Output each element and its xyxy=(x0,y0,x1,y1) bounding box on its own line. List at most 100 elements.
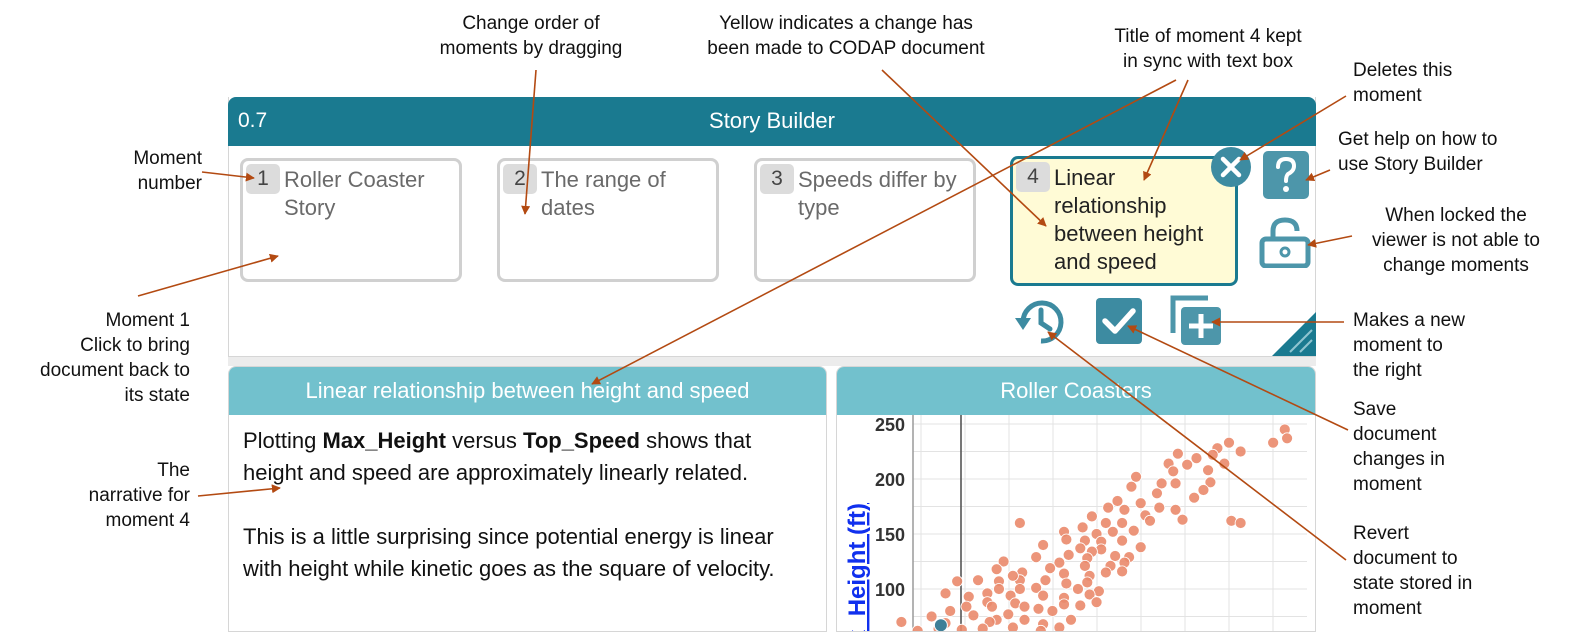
save-button[interactable] xyxy=(1096,298,1142,344)
data-point[interactable] xyxy=(1058,598,1070,611)
data-point[interactable] xyxy=(1046,605,1059,617)
data-point[interactable] xyxy=(951,575,964,588)
data-point[interactable] xyxy=(939,587,952,600)
data-point[interactable] xyxy=(925,610,938,623)
data-point[interactable] xyxy=(1176,513,1189,526)
data-point[interactable] xyxy=(1076,521,1089,534)
narrative-body[interactable]: Plotting Max_Height versus Top_Speed sho… xyxy=(243,425,816,617)
scatter-plot[interactable]: 250 200 150 100x_Height (ft) xyxy=(837,415,1316,632)
graph-title[interactable]: Roller Coasters xyxy=(837,367,1315,415)
data-point[interactable] xyxy=(1074,542,1087,555)
data-point[interactable] xyxy=(895,616,908,628)
narrative-paragraph-2: This is a little surprising since potent… xyxy=(243,524,775,581)
data-point[interactable] xyxy=(1144,514,1156,527)
narrative-title[interactable]: Linear relationship between height and s… xyxy=(229,367,826,415)
annotation-help: Get help on how to use Story Builder xyxy=(1338,129,1498,175)
data-point[interactable] xyxy=(1281,432,1293,445)
data-point[interactable] xyxy=(1030,551,1043,564)
data-point[interactable] xyxy=(1134,497,1147,510)
data-point[interactable] xyxy=(1090,596,1103,609)
resize-handle[interactable] xyxy=(1272,312,1316,356)
data-point[interactable] xyxy=(1111,495,1124,507)
y-axis-label[interactable]: x_Height (ft) xyxy=(844,503,871,632)
data-point[interactable] xyxy=(1151,487,1163,500)
data-point[interactable] xyxy=(1032,602,1045,615)
data-point[interactable] xyxy=(1007,569,1019,582)
data-point[interactable] xyxy=(1044,562,1056,575)
data-point[interactable] xyxy=(1171,447,1184,460)
data-point[interactable] xyxy=(1079,559,1091,572)
data-point[interactable] xyxy=(1188,491,1201,504)
data-point[interactable] xyxy=(1074,599,1087,612)
new-moment-button[interactable] xyxy=(1170,295,1224,347)
data-point[interactable] xyxy=(1155,477,1168,490)
data-point[interactable] xyxy=(1086,510,1098,523)
data-point[interactable] xyxy=(967,609,980,622)
lock-button[interactable] xyxy=(1259,216,1311,269)
data-point[interactable] xyxy=(1153,501,1166,514)
data-point[interactable] xyxy=(1181,458,1194,471)
data-point[interactable] xyxy=(1099,566,1112,579)
data-point[interactable] xyxy=(1018,600,1031,613)
data-point[interactable] xyxy=(1018,613,1031,626)
data-point[interactable] xyxy=(1007,621,1019,632)
help-button[interactable] xyxy=(1263,151,1309,199)
story-builder-header[interactable]: 0.7 Story Builder xyxy=(228,97,1316,146)
moment-card-1[interactable]: 1 Roller Coaster Story xyxy=(240,158,462,282)
data-point[interactable] xyxy=(1060,533,1073,546)
data-point[interactable] xyxy=(962,590,975,603)
narrative-text-panel[interactable]: Linear relationship between height and s… xyxy=(228,366,827,632)
moment-card-3[interactable]: 3 Speeds differ by type xyxy=(754,158,976,282)
data-point[interactable] xyxy=(1116,534,1129,547)
data-point[interactable] xyxy=(1081,576,1094,589)
data-point[interactable] xyxy=(1169,503,1182,516)
data-point[interactable] xyxy=(986,600,998,613)
graph-panel[interactable]: Roller Coasters 250 200 150 100 x_Height (ft… xyxy=(836,366,1316,632)
data-point[interactable] xyxy=(1130,470,1142,483)
data-point[interactable] xyxy=(1127,524,1140,537)
data-point[interactable] xyxy=(990,563,1003,576)
data-point[interactable] xyxy=(1002,608,1015,621)
data-point[interactable] xyxy=(1062,548,1075,561)
data-point[interactable] xyxy=(1065,613,1077,626)
data-point[interactable] xyxy=(1060,577,1073,590)
data-point[interactable] xyxy=(976,622,989,632)
data-point[interactable] xyxy=(1013,517,1026,529)
data-point[interactable] xyxy=(1102,501,1115,514)
data-point[interactable] xyxy=(1072,583,1084,595)
data-point[interactable] xyxy=(1053,621,1066,632)
data-point[interactable] xyxy=(972,574,984,587)
data-point[interactable] xyxy=(1267,436,1280,449)
data-point[interactable] xyxy=(1167,465,1180,478)
selected-data-point[interactable] xyxy=(933,618,948,632)
data-point[interactable] xyxy=(1206,448,1219,461)
data-point[interactable] xyxy=(1039,574,1052,587)
data-point[interactable] xyxy=(1134,541,1147,554)
data-point[interactable] xyxy=(1058,567,1070,580)
data-point[interactable] xyxy=(1234,517,1247,529)
data-point[interactable] xyxy=(1190,452,1203,464)
revert-button[interactable] xyxy=(1014,296,1068,348)
moment-title: Roller Coaster Story xyxy=(284,167,425,220)
moment-card-2[interactable]: 2 The range of dates xyxy=(497,158,719,282)
data-point[interactable] xyxy=(944,605,957,617)
y-tick-label: 250 xyxy=(875,415,905,435)
data-point[interactable] xyxy=(955,623,968,632)
data-point[interactable] xyxy=(1109,550,1122,562)
data-point[interactable] xyxy=(1197,484,1210,496)
data-point[interactable] xyxy=(1234,445,1247,458)
data-point[interactable] xyxy=(1223,436,1235,449)
data-point[interactable] xyxy=(1037,589,1050,602)
moment-card-4[interactable]: 4 Linear relationship between height and… xyxy=(1010,156,1238,286)
data-point[interactable] xyxy=(1116,517,1129,529)
data-point[interactable] xyxy=(993,583,1005,595)
data-point[interactable] xyxy=(1037,539,1050,551)
data-point[interactable] xyxy=(1125,480,1138,493)
delete-moment-button[interactable] xyxy=(1210,146,1252,188)
data-point[interactable] xyxy=(1013,583,1026,595)
data-point[interactable] xyxy=(1106,525,1119,538)
data-point[interactable] xyxy=(1218,457,1231,470)
data-point[interactable] xyxy=(1116,565,1129,578)
data-point[interactable] xyxy=(1202,464,1214,477)
data-point[interactable] xyxy=(1169,477,1182,490)
